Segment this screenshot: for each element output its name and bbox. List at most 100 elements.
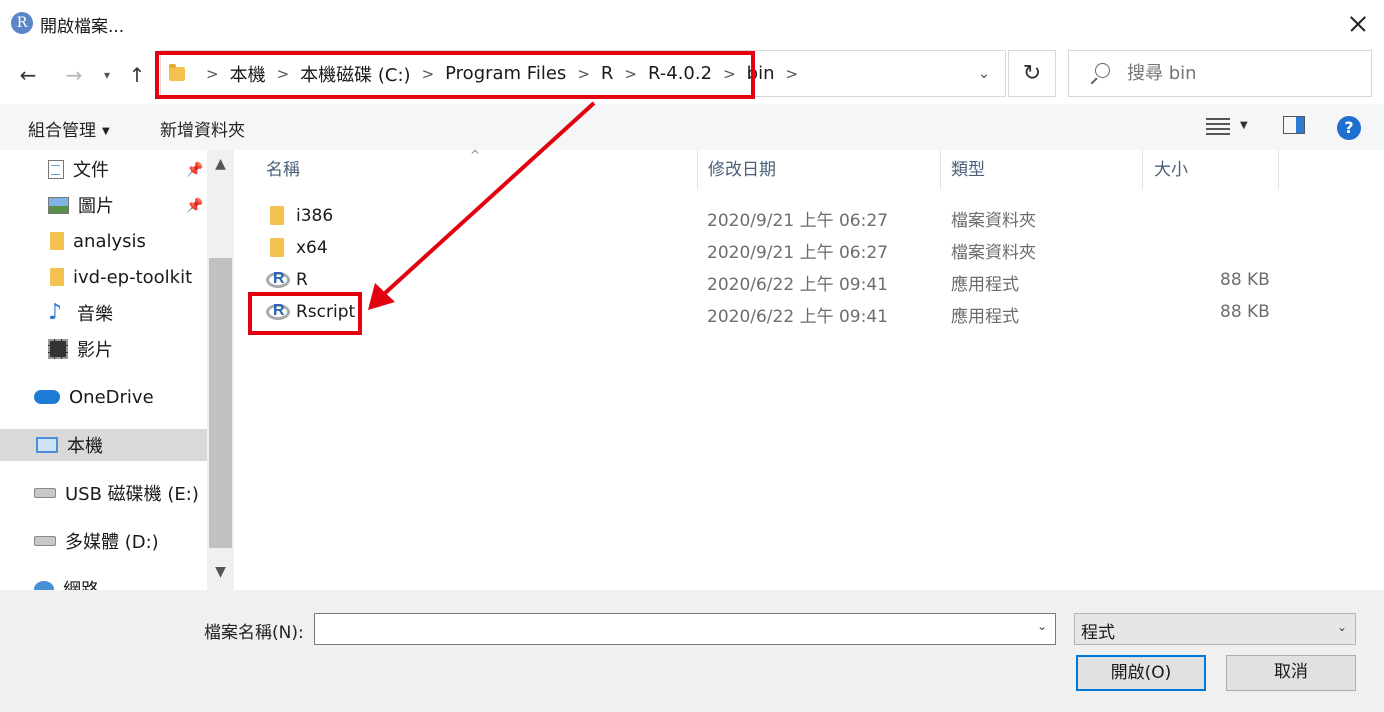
scroll-down-icon[interactable]: ▼ [207,564,234,584]
back-button[interactable]: ← [14,60,42,90]
computer-icon [36,437,58,453]
sidebar-item-music[interactable]: ♪ 音樂 [48,297,113,329]
column-divider[interactable] [697,150,698,190]
column-header-name[interactable]: 名稱 [266,150,300,190]
organize-menu-button[interactable]: 組合管理 ▼ [28,116,110,141]
search-box[interactable] [1068,50,1372,97]
open-button[interactable]: 開啟(O) [1076,655,1206,691]
new-folder-button[interactable]: 新增資料夾 [160,116,245,141]
refresh-button[interactable]: ↻ [1008,50,1056,97]
music-icon: ♪ [48,300,63,325]
column-divider[interactable] [1142,150,1143,190]
file-type: 檔案資料夾 [951,211,1036,231]
file-type: 應用程式 [951,307,1019,327]
forward-button[interactable]: → [60,60,88,90]
open-file-dialog: R 開啟檔案... ← → ▾ ↑ > 本機 > 本機磁碟 (C:) > Pro… [0,0,1384,712]
drive-icon [34,488,56,498]
title-bar: R 開啟檔案... [0,0,1384,48]
dialog-footer: 檔案名稱(N): ⌄ 程式 ⌄ 開啟(O) 取消 [0,590,1384,712]
file-name: x64 [296,238,328,258]
sidebar-item-usb-drive[interactable]: USB 磁碟機 (E:) [34,477,199,509]
sidebar-item-analysis[interactable]: analysis [50,225,146,257]
sidebar-item-documents[interactable]: 文件 [48,153,109,185]
folder-icon [50,232,64,250]
folder-icon [270,238,284,257]
folder-icon [50,268,64,286]
file-row[interactable]: x64 2020/9/21 上午 06:27 檔案資料夾 [248,232,1288,264]
file-row[interactable]: R Rscript 2020/6/22 上午 09:41 應用程式 88 KB [248,296,1288,328]
document-icon [48,159,64,179]
chevron-right-icon[interactable]: > [785,65,798,83]
sidebar-item-network[interactable]: 網路 [34,573,99,590]
close-button[interactable] [1340,8,1376,40]
file-type: 檔案資料夾 [951,243,1036,263]
column-header-modified[interactable]: 修改日期 [708,150,776,190]
drive-icon [34,536,56,546]
sidebar-item-this-pc[interactable]: 本機 [0,429,207,461]
file-modified: 2020/6/22 上午 09:41 [707,275,888,295]
scroll-up-icon[interactable]: ▲ [207,156,234,176]
file-size: 88 KB [1220,302,1270,322]
filename-input[interactable] [319,618,1019,638]
scrollbar-thumb[interactable] [209,258,232,548]
cloud-icon [34,390,60,404]
sidebar-item-videos[interactable]: 影片 [48,333,113,365]
sidebar-item-ivd-ep-toolkit[interactable]: ivd-ep-toolkit [50,261,192,293]
view-options-icon[interactable] [1206,118,1230,138]
network-icon [34,581,54,590]
navigation-pane: 文件 📌 圖片 📌 analysis ivd-ep-toolkit ♪ 音樂 影… [0,150,234,590]
column-header-type[interactable]: 類型 [951,150,985,190]
sidebar-item-label: OneDrive [69,386,154,408]
video-icon [48,339,68,359]
navigation-scrollbar[interactable]: ▲ ▼ [207,150,234,590]
sidebar-item-label: 影片 [77,340,113,361]
file-size: 88 KB [1220,270,1270,290]
help-icon[interactable]: ? [1337,116,1361,140]
picture-icon [48,196,69,214]
sidebar-item-label: 多媒體 (D:) [65,532,159,553]
file-modified: 2020/6/22 上午 09:41 [707,307,888,327]
file-type: 應用程式 [951,275,1019,295]
recent-locations-button[interactable]: ▾ [98,60,116,90]
filename-label: 檔案名稱(N): [204,623,304,643]
search-input[interactable] [1127,63,1357,84]
column-divider[interactable] [1278,150,1279,190]
sidebar-item-label: 文件 [73,160,109,181]
sidebar-item-label: ivd-ep-toolkit [73,266,193,288]
sidebar-item-label: 音樂 [77,304,113,325]
preview-pane-icon[interactable] [1283,116,1305,134]
search-icon [1089,63,1111,85]
filetype-select[interactable]: 程式 ⌄ [1074,613,1356,645]
rscript-highlight [248,292,362,335]
sidebar-item-label: analysis [73,230,146,252]
chevron-down-icon: ⌄ [1336,620,1347,634]
file-row[interactable]: R R 2020/6/22 上午 09:41 應用程式 88 KB [248,264,1288,296]
sidebar-item-multimedia-drive[interactable]: 多媒體 (D:) [34,525,159,557]
filetype-value: 程式 [1081,623,1115,643]
caret-down-icon: ▼ [102,125,110,137]
file-name: i386 [296,206,334,226]
filename-field[interactable]: ⌄ [314,613,1056,645]
cancel-button[interactable]: 取消 [1226,655,1356,691]
sidebar-item-label: 圖片 [78,196,114,217]
sidebar-item-label: 本機 [67,436,103,457]
file-modified: 2020/9/21 上午 06:27 [707,211,888,231]
sidebar-item-onedrive[interactable]: OneDrive [34,381,154,413]
column-header-size[interactable]: 大小 [1154,150,1188,190]
sidebar-item-pictures[interactable]: 圖片 [48,189,114,221]
sort-ascending-icon: ^ [470,148,481,162]
window-title: 開啟檔案... [40,17,125,37]
up-button[interactable]: ↑ [124,60,150,90]
pin-icon: 📌 [186,198,204,214]
sidebar-item-label: 網路 [63,576,99,590]
column-divider[interactable] [940,150,941,190]
file-row[interactable]: i386 2020/9/21 上午 06:27 檔案資料夾 [248,200,1288,232]
file-name: R [296,270,308,290]
r-app-icon: R [11,12,33,34]
chevron-down-icon[interactable]: ⌄ [973,63,995,85]
command-toolbar: 組合管理 ▼ 新增資料夾 ▼ [0,104,1384,150]
caret-down-icon[interactable]: ▼ [1240,120,1248,131]
pin-icon: 📌 [186,162,204,178]
chevron-down-icon[interactable]: ⌄ [1037,619,1047,633]
file-modified: 2020/9/21 上午 06:27 [707,243,888,263]
